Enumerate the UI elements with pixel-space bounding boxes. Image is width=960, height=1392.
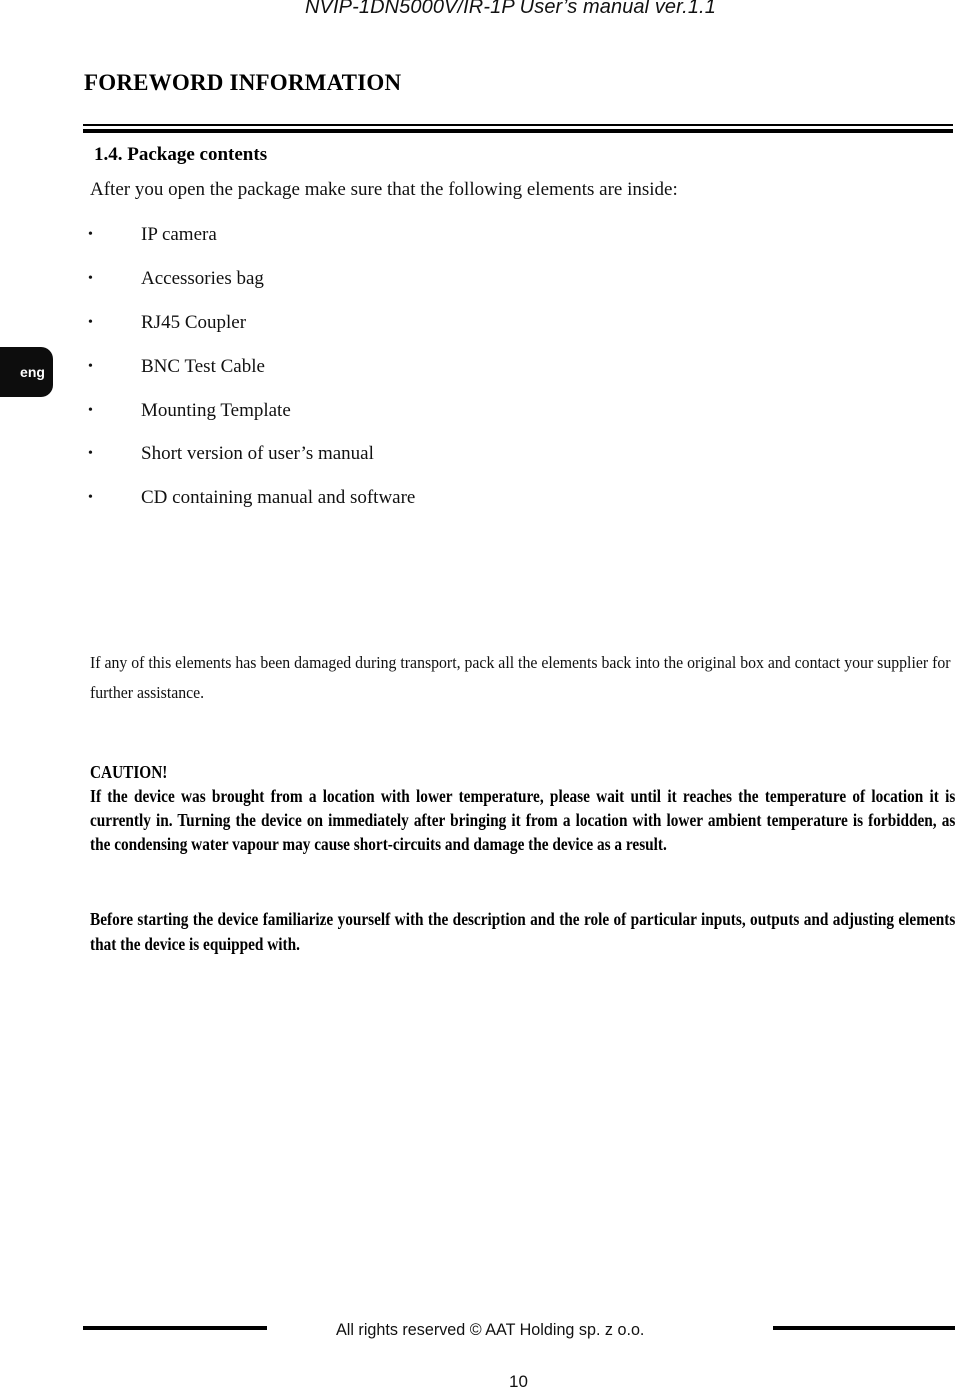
caution-block: CAUTION! If the device was brought from … [90, 760, 955, 856]
package-contents-list: • IP camera • Accessories bag • RJ45 Couple… [85, 222, 415, 529]
list-item: • BNC Test Cable [85, 354, 415, 398]
list-item-label: BNC Test Cable [141, 355, 265, 377]
list-item: • Accessories bag [85, 266, 415, 310]
bullet-icon: • [88, 446, 93, 462]
caution-title: CAUTION! [90, 762, 168, 782]
footer-rule-right [773, 1326, 955, 1330]
bullet-icon: • [88, 270, 93, 286]
list-item-label: RJ45 Coupler [141, 311, 247, 333]
list-item: • RJ45 Coupler [85, 310, 415, 354]
list-item: • CD containing manual and software [85, 485, 415, 529]
intro-text: After you open the package make sure tha… [90, 179, 678, 200]
bullet-icon: • [88, 358, 93, 374]
caution-text: If the device was brought from a locatio… [90, 786, 956, 854]
list-item-label: Mounting Template [141, 399, 291, 421]
header-rule-thick [83, 129, 953, 133]
list-item: • Short version of user’s manual [85, 441, 415, 485]
header-rule-thin [83, 124, 953, 126]
before-starting-text: Before starting the device familiarize y… [90, 909, 956, 954]
section-heading: 1.4. Package contents [94, 144, 268, 165]
list-item: • Mounting Template [85, 398, 415, 442]
language-tab-label: eng [20, 364, 45, 380]
bullet-icon: • [88, 402, 93, 418]
bullet-icon: • [88, 490, 93, 506]
list-item-label: Accessories bag [141, 267, 264, 289]
page-number: 10 [509, 1372, 528, 1391]
bullet-icon: • [88, 227, 93, 242]
chapter-title: FOREWORD INFORMATION [84, 70, 402, 95]
footer-copyright: All rights reserved © AAT Holding sp. z … [336, 1320, 645, 1339]
list-item: • IP camera [85, 222, 415, 266]
list-item-label: IP camera [141, 224, 217, 245]
damage-note: If any of this elements has been damaged… [90, 653, 951, 702]
list-item-label: Short version of user’s manual [141, 443, 374, 465]
footer-rule-left [83, 1326, 267, 1330]
running-header: NVIP-1DN5000V/IR-1P User’s manual ver.1.… [305, 0, 716, 18]
bullet-icon: • [88, 314, 93, 330]
language-tab: eng [0, 347, 53, 397]
list-item-label: CD containing manual and software [141, 487, 416, 509]
